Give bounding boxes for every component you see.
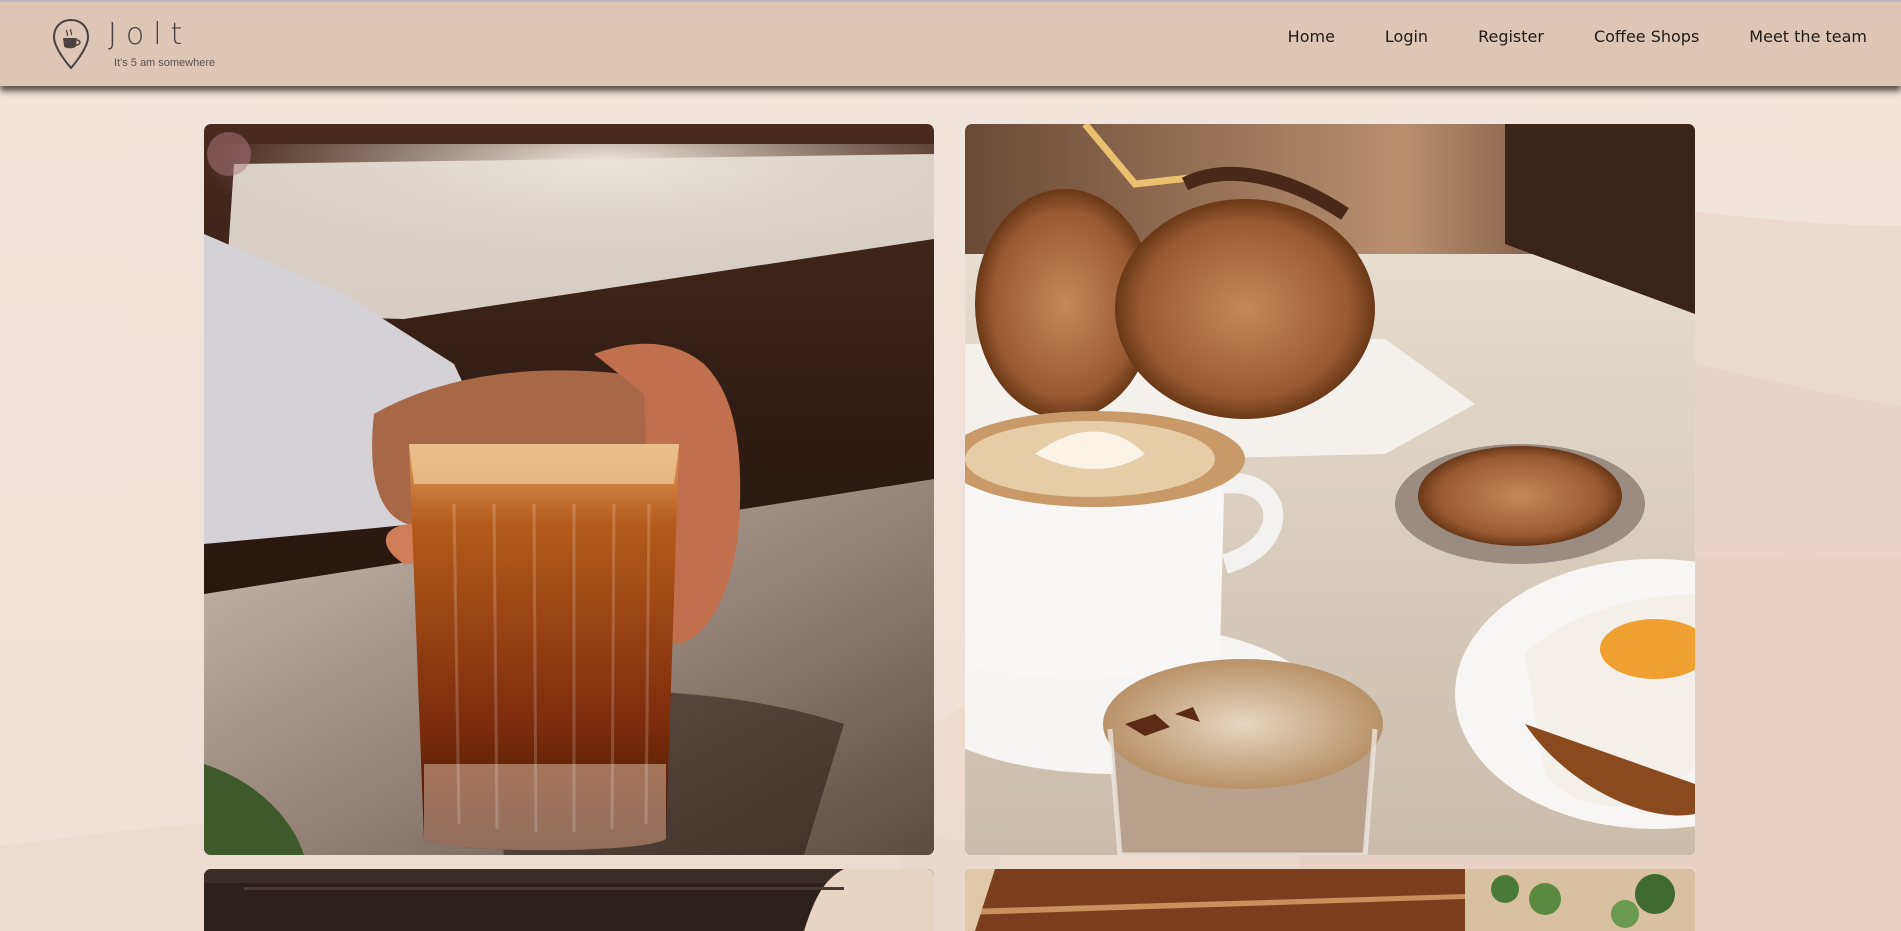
iced-coffee-photo xyxy=(204,124,934,855)
gallery-image-iced-coffee[interactable] xyxy=(204,124,934,855)
nav-coffee-shops[interactable]: Coffee Shops xyxy=(1594,26,1699,48)
top-border xyxy=(0,0,1901,2)
brand-name: Jolt xyxy=(108,17,192,52)
nav-login[interactable]: Login xyxy=(1385,26,1428,48)
main-nav: Home Login Register Coffee Shops Meet th… xyxy=(1238,26,1867,48)
brand-logo[interactable]: Jolt It's 5 am somewhere xyxy=(52,18,215,70)
nav-meet-the-team[interactable]: Meet the team xyxy=(1749,26,1867,48)
coffee-bar-photo xyxy=(204,869,934,931)
nav-home[interactable]: Home xyxy=(1288,26,1335,48)
latte-and-pastries-photo xyxy=(965,124,1695,855)
nav-register[interactable]: Register xyxy=(1478,26,1544,48)
gallery-image-coffee-bar[interactable] xyxy=(204,869,934,931)
site-header: Jolt It's 5 am somewhere Home Login Regi… xyxy=(0,0,1901,86)
gallery-image-cafe-interior[interactable] xyxy=(965,869,1695,931)
cafe-interior-photo xyxy=(965,869,1695,931)
gallery-image-latte-pastries[interactable] xyxy=(965,124,1695,855)
brand-tagline: It's 5 am somewhere xyxy=(114,57,216,69)
